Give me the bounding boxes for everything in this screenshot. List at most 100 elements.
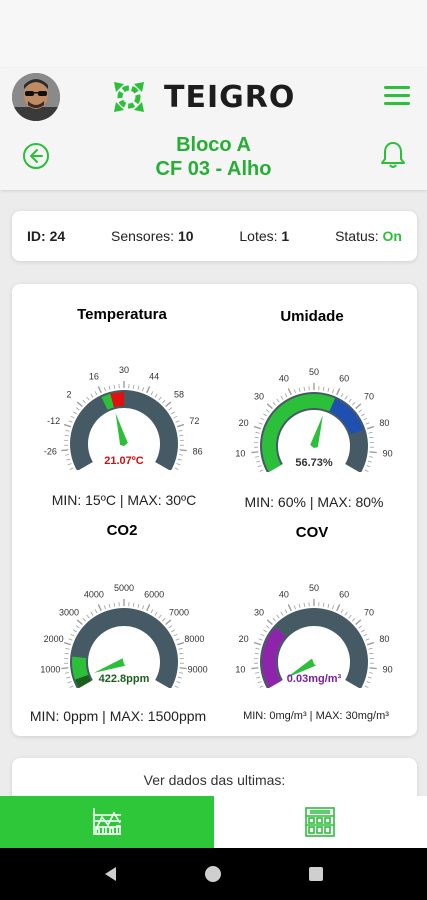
gauge-co2: 0100020003000400050006000700080009000100… <box>40 583 208 688</box>
gauge-tick <box>363 633 368 637</box>
tab-warehouse[interactable] <box>213 796 427 848</box>
gauge-tick <box>367 460 372 463</box>
gauge-tick <box>75 625 80 629</box>
gauge-tick <box>103 605 106 610</box>
gauge-tick <box>367 676 372 679</box>
gauge-tick <box>113 602 116 607</box>
gauge-tick <box>298 603 301 608</box>
lots-value: 1 <box>281 228 290 244</box>
gauge-tick <box>69 467 74 470</box>
gauge-tick <box>179 449 187 452</box>
gauge-tick <box>361 413 365 417</box>
gauge-tick-label: 70 <box>364 607 374 617</box>
gauge-tick-label: 30 <box>254 391 264 401</box>
gauges-card: Temperatura -40-26-12216304458728610021.… <box>12 284 417 736</box>
gauge-tick <box>69 685 74 688</box>
gauge-tick <box>260 417 265 421</box>
gauge-tick <box>176 463 181 466</box>
gauge-tick-label: 10 <box>235 449 245 459</box>
notifications-button[interactable] <box>380 140 406 170</box>
gauge-tick <box>258 422 263 425</box>
gauge-tick <box>175 420 180 423</box>
history-label: Ver dados das ultimas: <box>143 772 286 788</box>
gauge-tick <box>158 614 162 619</box>
gauge-tick <box>344 395 348 400</box>
gauge-tick <box>340 393 344 398</box>
gauge-tick <box>260 633 265 637</box>
gauge-tick-label: 80 <box>379 634 389 644</box>
status-value: On <box>382 228 402 244</box>
gauge-tick <box>150 391 154 396</box>
gauge-tick <box>73 411 77 415</box>
gauge-tick <box>293 389 296 394</box>
gauge-tick <box>76 619 83 626</box>
gauge-needle <box>93 658 126 673</box>
gauge-tick <box>364 469 369 472</box>
gauge-needle <box>310 415 323 448</box>
gauge-tick <box>108 385 111 390</box>
minmax-umidade: MIN: 60% | MAX: 80% <box>244 494 384 510</box>
avatar-image <box>12 73 60 121</box>
gauge-tick <box>137 603 140 608</box>
gauge-tick <box>358 409 363 413</box>
gauge-tick <box>266 403 273 410</box>
gauge-tick-label: 50 <box>309 367 319 377</box>
gauge-tick <box>254 652 259 655</box>
gauge-tick <box>154 393 158 398</box>
gauge-tick-label: 40 <box>279 589 289 599</box>
avatar[interactable] <box>12 73 60 121</box>
gauge-title-temperatura: Temperatura <box>77 306 167 323</box>
gauge-tick <box>251 451 259 454</box>
gauge-tick-label: 20 <box>239 418 249 428</box>
home-circle-icon[interactable] <box>203 864 223 884</box>
back-triangle-icon[interactable] <box>101 864 121 884</box>
gauge-tick-label: 40 <box>279 373 289 383</box>
gauge-tick <box>293 605 296 610</box>
gauge-tick <box>178 429 183 432</box>
gauge-tick <box>177 458 182 461</box>
gauge-tick <box>287 604 292 612</box>
gauge-tick <box>272 617 276 622</box>
gauge-tick <box>332 605 335 610</box>
gauge-tick <box>76 401 83 408</box>
gauge-tick <box>178 454 184 456</box>
gauge-tick <box>178 647 183 650</box>
gauge-tick <box>175 638 180 641</box>
gauge-tick <box>90 393 94 398</box>
gauge-tick <box>70 415 75 419</box>
gauge-tick <box>173 415 178 419</box>
gauge-tick <box>272 401 276 406</box>
gauge-tick-label: 80 <box>379 418 389 428</box>
gauge-tick <box>352 401 356 406</box>
gauge-tick <box>265 409 270 413</box>
gauge-tick-label: 60 <box>339 589 349 599</box>
gauge-umidade: 010203040506070809010056.73% <box>235 367 393 472</box>
recents-square-icon[interactable] <box>306 864 326 884</box>
gauge-tick <box>178 672 184 674</box>
gauge-tick <box>142 387 145 392</box>
gauge-title-umidade: Umidade <box>280 308 344 325</box>
gauge-value-label: 56.73% <box>295 457 333 469</box>
gauge-tick <box>165 619 172 626</box>
gauge-tick <box>327 387 330 392</box>
gauge-tick <box>94 391 98 396</box>
gauge-tick <box>86 614 90 619</box>
gauge-tick <box>276 398 280 403</box>
gauge-tick <box>162 399 166 404</box>
gauge-tick <box>63 641 71 646</box>
menu-button[interactable] <box>384 86 410 106</box>
gauge-tick <box>253 641 261 646</box>
gauge-tick <box>66 458 71 461</box>
gauge-tick <box>64 454 70 456</box>
bell-icon <box>381 142 405 168</box>
gauge-tick <box>61 449 69 452</box>
gauge-tick <box>348 614 352 619</box>
tab-charts[interactable] <box>0 796 214 848</box>
gauge-tick <box>263 413 267 417</box>
gauge-tick <box>276 614 280 619</box>
gauge-temperatura: -40-26-12216304458728610021.07ºC <box>44 365 203 470</box>
gauge-tick <box>303 386 306 391</box>
gauge-tick-label: 70 <box>364 391 374 401</box>
gauge-tick <box>263 629 267 633</box>
gauge-tick <box>65 647 70 650</box>
